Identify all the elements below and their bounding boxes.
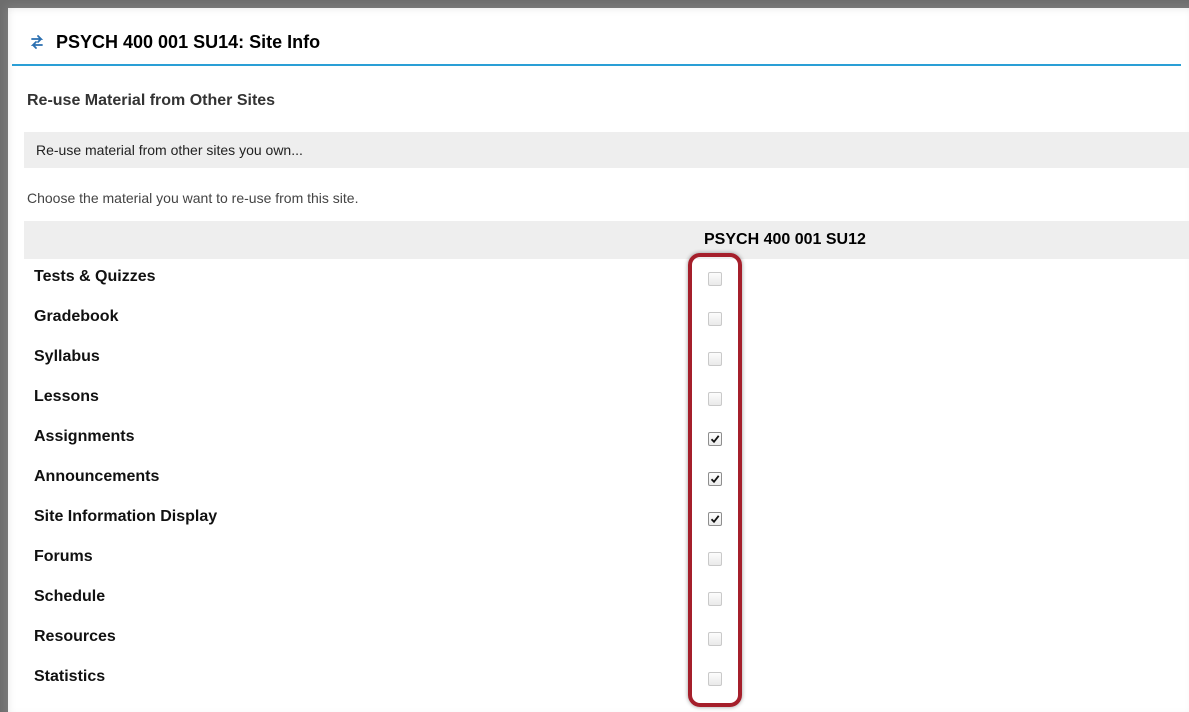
row-label-tests-quizzes: Tests & Quizzes [34, 268, 156, 285]
page-title: PSYCH 400 001 SU14: Site Info [56, 31, 321, 52]
row-label-announcements: Announcements [34, 468, 160, 485]
checkbox-column-highlight [688, 253, 742, 707]
row-label-syllabus: Syllabus [34, 348, 100, 365]
row-label-assignments: Assignments [34, 428, 135, 445]
row-label-schedule: Schedule [34, 588, 106, 605]
row-label-site-information-display: Site Information Display [34, 508, 218, 525]
tool-title-bar: PSYCH 400 001 SU14: Site Info [12, 20, 1181, 66]
instruction-text: Re-use material from other sites you own… [36, 142, 303, 158]
row-label-lessons: Lessons [34, 388, 99, 405]
row-label-forums: Forums [34, 548, 93, 565]
choose-material-prompt: Choose the material you want to re-use f… [27, 190, 359, 206]
row-label-gradebook: Gradebook [34, 308, 119, 325]
instruction-bar: Re-use material from other sites you own… [24, 132, 1189, 168]
column-header-source-site: PSYCH 400 001 SU12 [704, 231, 866, 248]
table-header: PSYCH 400 001 SU12 [24, 221, 1189, 259]
refresh-arrows-icon[interactable] [30, 34, 44, 50]
section-heading: Re-use Material from Other Sites [27, 92, 276, 109]
row-label-resources: Resources [34, 628, 116, 645]
row-label-statistics: Statistics [34, 668, 106, 685]
